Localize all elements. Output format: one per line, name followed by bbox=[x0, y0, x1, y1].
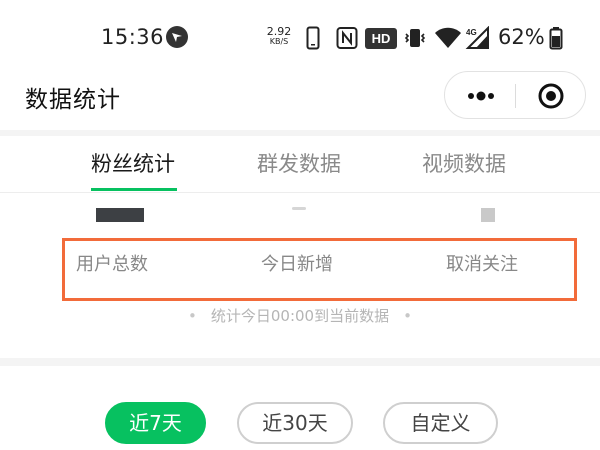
vibrate-icon bbox=[403, 26, 427, 54]
redacted-value bbox=[292, 207, 306, 210]
capsule-menu bbox=[444, 71, 586, 119]
highlight-annotation-box bbox=[62, 238, 577, 301]
active-tab-indicator bbox=[91, 188, 177, 191]
tab-video[interactable]: 视频数据 bbox=[422, 148, 506, 178]
redacted-value bbox=[96, 208, 144, 222]
more-icon[interactable] bbox=[459, 82, 503, 110]
mini-program-screen: 15:36 2.92 KB/S HD 4G 62% 数据统计 粉丝统计 群发数据… bbox=[0, 0, 600, 450]
range-7-days-button[interactable]: 近7天 bbox=[105, 402, 206, 444]
hd-badge: HD bbox=[365, 28, 397, 49]
battery-icon bbox=[549, 26, 563, 54]
net-speed-unit: KB/S bbox=[269, 37, 289, 46]
section-divider bbox=[0, 358, 600, 366]
nfc-icon bbox=[336, 26, 358, 54]
tab-broadcast[interactable]: 群发数据 bbox=[257, 148, 341, 178]
tab-fans[interactable]: 粉丝统计 bbox=[91, 148, 175, 178]
wifi-icon bbox=[434, 26, 462, 54]
phone-icon bbox=[306, 26, 320, 54]
date-range-selector: 近7天 近30天 自定义 bbox=[0, 366, 600, 450]
navigation-app-icon bbox=[165, 25, 189, 49]
status-time: 15:36 bbox=[101, 25, 165, 49]
redacted-value bbox=[481, 208, 495, 222]
title-bar: 数据统计 bbox=[0, 71, 600, 130]
stats-note-text: 统计今日00:00到当前数据 bbox=[210, 307, 390, 325]
close-mini-program-icon[interactable] bbox=[529, 82, 573, 110]
range-custom-button[interactable]: 自定义 bbox=[383, 402, 498, 444]
page-title: 数据统计 bbox=[25, 87, 121, 113]
tab-bar: 粉丝统计 群发数据 视频数据 bbox=[0, 136, 600, 193]
cell-signal-icon: 4G bbox=[464, 25, 492, 54]
capsule-divider bbox=[515, 84, 516, 108]
note-dot: • bbox=[188, 307, 197, 325]
battery-percent: 62% bbox=[498, 25, 545, 49]
network-type: 4G bbox=[466, 28, 477, 37]
stats-note: • 统计今日00:00到当前数据 • bbox=[0, 305, 600, 326]
note-dot: • bbox=[403, 307, 412, 325]
status-bar: 15:36 2.92 KB/S HD 4G 62% bbox=[0, 0, 600, 78]
net-speed: 2.92 KB/S bbox=[264, 26, 294, 46]
range-30-days-button[interactable]: 近30天 bbox=[237, 402, 353, 444]
